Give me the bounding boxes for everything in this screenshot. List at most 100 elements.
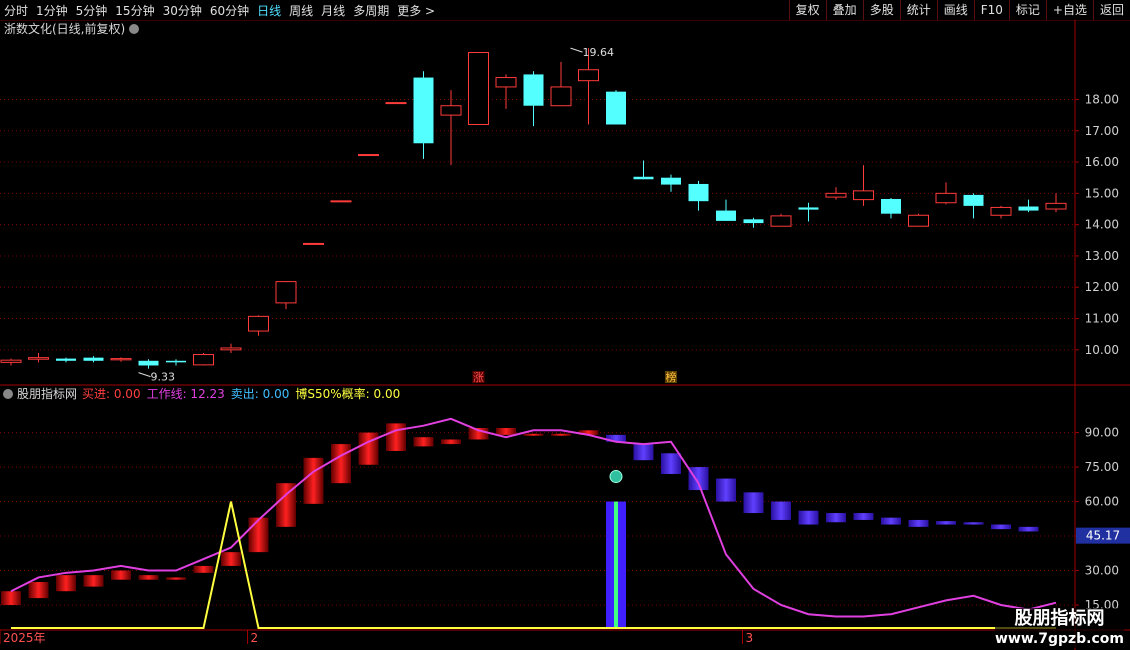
ind-bar-0 [1, 591, 21, 606]
ind-bar-37 [1018, 526, 1039, 532]
low-pointer [138, 372, 151, 378]
candle-body-30 [825, 192, 847, 198]
ind-bar-35 [963, 522, 984, 525]
ind-bar-18 [496, 427, 516, 435]
ind-bar-16 [441, 439, 461, 445]
indicator-legend-2: 卖出: 0.00 [231, 387, 290, 401]
marker-bang: 榜 [666, 370, 677, 384]
ind-bar-30 [826, 513, 846, 523]
ind-bar-11 [303, 457, 324, 504]
ind-bar-27 [743, 492, 764, 514]
time-label-0: 2025年 [3, 631, 46, 645]
price-axis: 10.00 11.00 12.00 13.00 14.00 15.00 16.00 17.00… [0, 92, 1130, 645]
ind-bar-36 [991, 524, 1011, 530]
candle-body-14 [385, 102, 407, 105]
time-label-2: 3 [746, 631, 754, 645]
candle-body-0 [0, 359, 22, 363]
ind-bar-26 [716, 478, 736, 502]
candle-body-17 [468, 52, 489, 126]
price-tick-label-8: 18.00 [1085, 92, 1119, 106]
ind-bar-3 [83, 575, 104, 587]
candlestick-series [0, 48, 1067, 369]
candle-body-1 [28, 357, 49, 360]
candle-body-8 [220, 347, 242, 351]
watermark-url: www.7gpzb.com [994, 631, 1124, 647]
candle-body-28 [770, 215, 792, 227]
ind-bar-8 [221, 552, 241, 566]
indicator-legend-3: 博S50%概率: 0.00 [295, 386, 400, 401]
ind-bar-25 [688, 467, 709, 491]
candle-body-33 [908, 214, 929, 227]
candle-body-7 [193, 354, 214, 366]
ind-bar-6 [166, 577, 186, 580]
watermark-title: 股朋指标网 [1014, 608, 1105, 629]
indicator-dropdown-icon [3, 389, 13, 399]
low-price-label: 9.33 [151, 371, 176, 384]
ind-bar-33 [908, 519, 929, 527]
ind-bar-5 [138, 575, 159, 580]
chart-labels: 浙数文化(日线,前复权) 19.64 9.33 涨 榜股朋指标网 买进: 0.00 工作线:… [3, 21, 677, 401]
main-chart-title: 浙数文化(日线,前复权) [4, 21, 125, 36]
candle-body-2 [56, 358, 76, 361]
ind-bar-15 [413, 437, 434, 447]
ind-bar-24 [661, 453, 681, 474]
signal-bar-core [614, 501, 618, 628]
candle-body-26 [716, 210, 736, 221]
candle-body-32 [881, 198, 901, 214]
candle-body-21 [578, 69, 599, 82]
candle-body-34 [935, 192, 957, 204]
title-dropdown-icon [129, 24, 139, 34]
candle-body-36 [990, 206, 1012, 216]
candle-body-38 [1045, 202, 1067, 210]
candle-body-37 [1018, 206, 1039, 211]
current-value-label: 45.17 [1086, 529, 1120, 543]
candle-body-25 [688, 183, 709, 202]
ind-bar-29 [798, 510, 819, 525]
stock-chart: 10.00 11.00 12.00 13.00 14.00 15.00 16.00 17.00… [0, 20, 1130, 650]
candle-body-11 [303, 242, 324, 245]
candle-body-18 [495, 77, 517, 88]
candle-body-9 [248, 315, 269, 332]
high-price-label: 19.64 [583, 46, 615, 59]
ind-bar-32 [881, 517, 901, 525]
ind-bar-13 [358, 432, 379, 465]
candle-body-31 [853, 190, 874, 201]
price-tick-label-4: 14.00 [1085, 218, 1119, 232]
ind-bar-23 [633, 444, 654, 461]
candle-body-27 [743, 219, 764, 224]
price-tick-label-5: 15.00 [1085, 186, 1119, 200]
ind-bar-4 [111, 570, 131, 580]
indicator-legend-1: 工作线: 12.23 [147, 387, 225, 401]
ind-bar-9 [248, 517, 269, 553]
price-tick-label-3: 13.00 [1085, 249, 1119, 263]
ind-bar-20 [551, 433, 571, 436]
price-tick-label-1: 11.00 [1085, 312, 1119, 326]
candle-body-19 [523, 74, 544, 106]
candle-body-16 [440, 105, 462, 116]
signal-marker-icon [609, 470, 623, 484]
indicator-series [1, 417, 1057, 629]
time-label-1: 2 [251, 631, 259, 645]
candle-body-35 [963, 194, 984, 206]
ind-bar-12 [331, 444, 351, 484]
price-tick-label-2: 12.00 [1085, 280, 1119, 294]
candle-body-23 [633, 176, 654, 180]
ind-bar-14 [386, 423, 406, 451]
candle-body-13 [358, 154, 379, 157]
candle-body-15 [413, 77, 434, 144]
ind-bar-31 [853, 513, 874, 520]
marker-zhang: 涨 [473, 371, 484, 384]
high-pointer [570, 47, 583, 53]
price-tick-label-6: 16.00 [1085, 155, 1119, 169]
candle-body-6 [166, 360, 186, 363]
grid [0, 20, 1130, 650]
ind-bar-28 [771, 501, 791, 520]
candle-body-10 [275, 281, 297, 304]
price-tick-label-7: 17.00 [1085, 124, 1119, 138]
ind-tick-label-5: 90.00 [1085, 426, 1119, 440]
candle-body-24 [661, 177, 681, 185]
candle-body-29 [798, 207, 819, 210]
ind-bar-1 [28, 582, 49, 599]
candle-body-4 [110, 358, 132, 361]
candle-body-12 [330, 200, 352, 203]
